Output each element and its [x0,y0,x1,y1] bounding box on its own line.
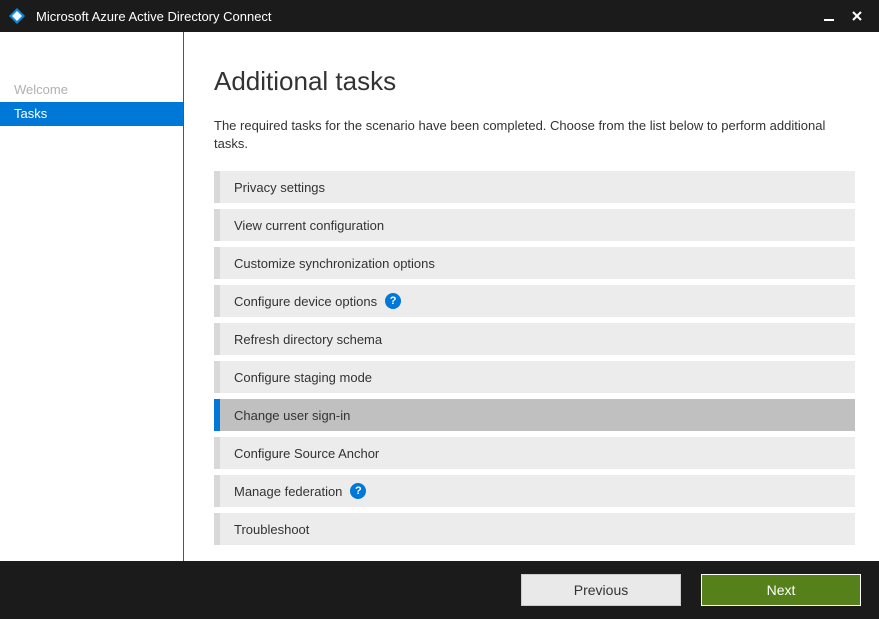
task-item-label: Privacy settings [234,180,325,195]
page-title: Additional tasks [214,66,855,97]
task-item[interactable]: Manage federation? [214,475,855,507]
task-item-label: Refresh directory schema [234,332,382,347]
task-item[interactable]: View current configuration [214,209,855,241]
minimize-button[interactable] [815,0,843,32]
sidebar-item-tasks[interactable]: Tasks [0,102,183,126]
task-item-label: Configure Source Anchor [234,446,379,461]
task-item[interactable]: Troubleshoot [214,513,855,545]
help-icon[interactable]: ? [350,483,366,499]
main-panel: Additional tasks The required tasks for … [184,32,879,561]
task-item-label: Troubleshoot [234,522,309,537]
sidebar-item-welcome[interactable]: Welcome [0,78,183,102]
task-item[interactable]: Configure device options? [214,285,855,317]
task-item[interactable]: Configure staging mode [214,361,855,393]
close-button[interactable] [843,0,871,32]
sidebar: Welcome Tasks [0,32,184,561]
task-item-label: Manage federation [234,484,342,499]
task-item-label: View current configuration [234,218,384,233]
task-item[interactable]: Privacy settings [214,171,855,203]
next-button[interactable]: Next [701,574,861,606]
task-item[interactable]: Configure Source Anchor [214,437,855,469]
previous-button[interactable]: Previous [521,574,681,606]
titlebar: Microsoft Azure Active Directory Connect [0,0,879,32]
app-logo-icon [8,7,26,25]
sidebar-item-label: Tasks [14,106,47,121]
task-item-label: Customize synchronization options [234,256,435,271]
content-area: Welcome Tasks Additional tasks The requir… [0,32,879,561]
footer: Previous Next [0,561,879,619]
task-item[interactable]: Refresh directory schema [214,323,855,355]
sidebar-item-label: Welcome [14,82,68,97]
task-item-label: Change user sign-in [234,408,350,423]
page-description: The required tasks for the scenario have… [214,117,854,153]
task-list: Privacy settings View current configurati… [214,171,855,545]
task-item[interactable]: Change user sign-in [214,399,855,431]
task-item-label: Configure staging mode [234,370,372,385]
task-item-label: Configure device options [234,294,377,309]
task-item[interactable]: Customize synchronization options [214,247,855,279]
help-icon[interactable]: ? [385,293,401,309]
window-title: Microsoft Azure Active Directory Connect [36,9,272,24]
